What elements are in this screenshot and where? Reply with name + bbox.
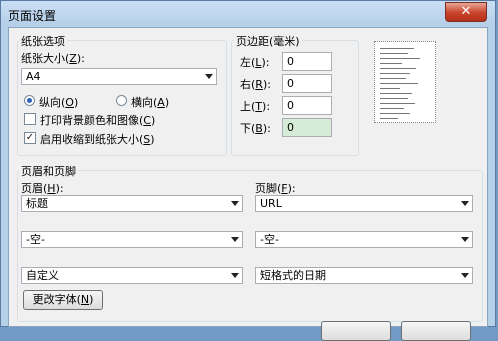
- preview-text-line: [380, 88, 400, 89]
- header-footer-label: 页眉和页脚: [19, 163, 78, 179]
- preview-text-line: [380, 98, 408, 99]
- preview-text-line: [380, 53, 408, 54]
- preview-text-line: [380, 78, 406, 79]
- preview-text-line: [380, 118, 398, 119]
- margin-top-input[interactable]: 0: [282, 96, 332, 115]
- portrait-radio[interactable]: [24, 95, 35, 106]
- header-select-1[interactable]: 标题: [21, 195, 243, 212]
- close-icon: ✕: [460, 4, 472, 19]
- footer-label: 页脚(F):: [255, 182, 296, 195]
- header-select-3[interactable]: 自定义: [21, 267, 243, 284]
- change-font-button[interactable]: 更改字体(N): [23, 290, 103, 310]
- portrait-label[interactable]: 纵向(O): [39, 94, 78, 110]
- preview-text-line: [380, 63, 402, 64]
- shrink-to-fit-label[interactable]: 启用收缩到纸张大小(S): [40, 131, 155, 147]
- margin-right-input[interactable]: 0: [282, 74, 332, 93]
- page-setup-dialog: 页面设置 ✕ 纸张选项 纸张大小(Z): A4 纵向(O) 横向(A) 打印背景…: [0, 0, 496, 341]
- margin-left-label: 左(L):: [240, 56, 270, 69]
- preview-text-line: [380, 48, 414, 49]
- margins-label: 页边距(毫米): [234, 33, 302, 49]
- chevron-down-icon: [231, 201, 239, 206]
- page-preview: [374, 41, 436, 123]
- header-select-2[interactable]: -空-: [21, 231, 243, 248]
- preview-text-line: [380, 108, 404, 109]
- preview-text-line: [380, 58, 420, 59]
- print-background-label[interactable]: 打印背景颜色和图像(C): [40, 112, 155, 128]
- preview-text-line: [380, 113, 410, 114]
- chevron-down-icon: [461, 237, 469, 242]
- checkmark-icon: ✓: [25, 132, 35, 143]
- paper-options-label: 纸张选项: [19, 33, 67, 49]
- chevron-down-icon: [461, 201, 469, 206]
- cancel-button[interactable]: [401, 321, 471, 341]
- chevron-down-icon: [231, 237, 239, 242]
- chevron-down-icon: [205, 74, 213, 79]
- landscape-label[interactable]: 横向(A): [131, 94, 169, 110]
- ok-button[interactable]: [321, 321, 391, 341]
- preview-text-line: [380, 68, 416, 69]
- margin-right-label: 右(R):: [240, 78, 271, 91]
- shrink-to-fit-checkbox[interactable]: ✓: [24, 132, 36, 144]
- print-background-checkbox[interactable]: [24, 113, 36, 125]
- margin-bottom-label: 下(B):: [240, 122, 271, 135]
- footer-select-3[interactable]: 短格式的日期: [255, 267, 473, 284]
- paper-size-select[interactable]: A4: [21, 68, 217, 85]
- landscape-radio[interactable]: [116, 95, 127, 106]
- header-label: 页眉(H):: [21, 182, 64, 195]
- preview-text-line: [380, 93, 412, 94]
- preview-text-line: [380, 83, 418, 84]
- chevron-down-icon: [461, 273, 469, 278]
- dialog-title: 页面设置: [8, 9, 57, 23]
- chevron-down-icon: [231, 273, 239, 278]
- preview-text-line: [380, 73, 410, 74]
- preview-text-line: [380, 103, 415, 104]
- dialog-body: 纸张选项 纸张大小(Z): A4 纵向(O) 横向(A) 打印背景颜色和图像(C…: [8, 27, 488, 341]
- paper-size-label: 纸张大小(Z):: [21, 52, 85, 65]
- footer-select-1[interactable]: URL: [255, 195, 473, 212]
- title-bar[interactable]: 页面设置 ✕: [1, 1, 495, 27]
- margin-left-input[interactable]: 0: [282, 52, 332, 71]
- footer-select-2[interactable]: -空-: [255, 231, 473, 248]
- close-button[interactable]: ✕: [445, 2, 487, 22]
- margin-bottom-input[interactable]: 0: [282, 118, 332, 137]
- margin-top-label: 上(T):: [240, 100, 271, 113]
